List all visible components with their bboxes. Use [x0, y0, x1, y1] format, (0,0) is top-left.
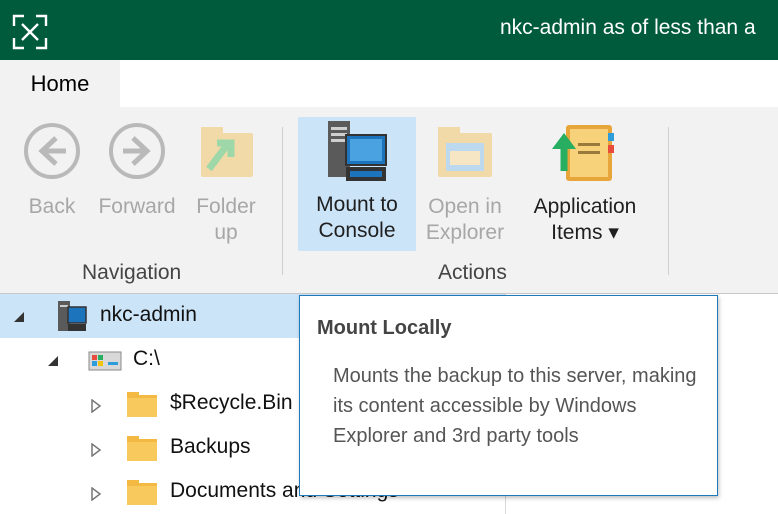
- folder-icon: [127, 480, 157, 505]
- tooltip-body: Mounts the backup to this server, making…: [333, 365, 697, 447]
- computer-icon: [58, 301, 87, 331]
- application-items-label-1: Application: [533, 195, 637, 218]
- title-bar: nkc-admin as of less than a: [0, 0, 778, 60]
- tooltip-mount-locally: Mount Locally Mounts the backup to this …: [299, 295, 718, 496]
- forward-button[interactable]: Forward: [92, 121, 182, 220]
- mount-to-console-button[interactable]: Mount to Console: [298, 117, 416, 251]
- folder-up-button[interactable]: Folder up: [188, 121, 264, 246]
- tooltip-title: Mount Locally: [317, 317, 452, 339]
- open-in-explorer-label-1: Open in: [428, 195, 502, 218]
- open-in-explorer-button[interactable]: Open in Explorer: [418, 121, 512, 246]
- server-console-icon: [328, 121, 387, 181]
- folder-up-label-1: Folder: [196, 195, 256, 218]
- back-button[interactable]: Back: [18, 121, 86, 220]
- forward-arrow-icon: [109, 123, 165, 179]
- collapse-arrow-icon[interactable]: [46, 354, 60, 368]
- tab-home[interactable]: Home: [0, 60, 120, 107]
- group-label-actions: Actions: [438, 261, 507, 284]
- explorer-folder-icon: [438, 127, 492, 177]
- collapse-arrow-icon[interactable]: [12, 310, 26, 324]
- group-separator: [668, 127, 669, 275]
- tree-item-label: C:\: [133, 347, 160, 370]
- mount-to-console-label-2: Console: [318, 219, 396, 242]
- mount-to-console-label-1: Mount to: [316, 193, 398, 216]
- expand-arrow-icon[interactable]: [90, 399, 102, 413]
- window-title: nkc-admin as of less than a: [500, 16, 756, 39]
- forward-label: Forward: [98, 195, 176, 218]
- expand-arrow-icon[interactable]: [90, 487, 102, 501]
- expand-arrow-icon[interactable]: [90, 443, 102, 457]
- tree-item-label: $Recycle.Bin: [170, 391, 293, 414]
- folder-up-icon: [201, 127, 253, 177]
- ribbon: Back Forward Folder up Navigation Mount …: [0, 107, 778, 294]
- folder-icon: [127, 436, 157, 461]
- back-arrow-icon: [24, 123, 80, 179]
- group-label-navigation: Navigation: [82, 261, 182, 284]
- tree-item-label: Backups: [170, 435, 251, 458]
- folder-icon: [127, 392, 157, 417]
- application-items-button[interactable]: Application Items ▾: [520, 121, 650, 246]
- application-items-icon: [552, 125, 614, 181]
- back-label: Back: [28, 195, 76, 218]
- app-logo-icon[interactable]: [12, 14, 48, 50]
- application-items-label-2: Items ▾: [551, 221, 619, 244]
- group-separator: [282, 127, 283, 275]
- open-in-explorer-label-2: Explorer: [425, 221, 505, 244]
- drive-icon: [88, 351, 122, 371]
- tree-item-label: nkc-admin: [100, 303, 197, 326]
- folder-up-label-2: up: [214, 221, 238, 244]
